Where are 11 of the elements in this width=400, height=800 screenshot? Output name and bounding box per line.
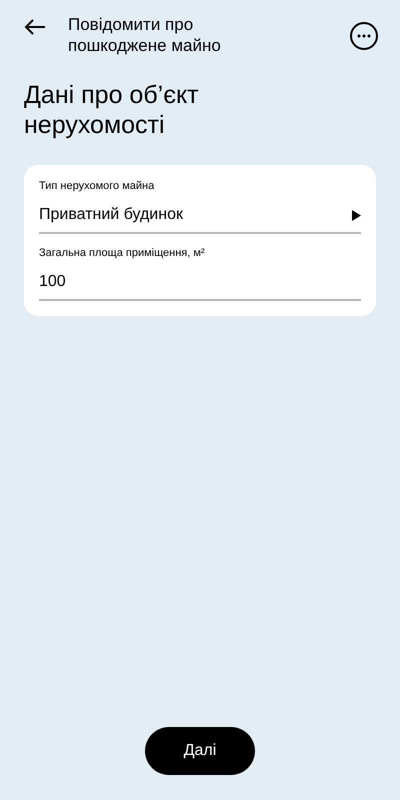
more-button[interactable] (350, 22, 378, 50)
page-heading: Дані про об’єкт нерухомості (24, 80, 200, 140)
area-input-field[interactable]: 100 (39, 265, 361, 301)
next-button[interactable]: Далі (145, 727, 255, 775)
field-label: Загальна площа приміщення, м² (39, 246, 206, 260)
more-icon (357, 34, 371, 38)
back-arrow-icon (24, 18, 46, 36)
field-label: Тип нерухомого майна (39, 179, 156, 193)
screen-title: Повідомити про пошкоджене майно (68, 14, 222, 56)
property-type-dropdown[interactable]: Приватний будинок (39, 198, 361, 234)
play-triangle-icon (352, 210, 361, 220)
